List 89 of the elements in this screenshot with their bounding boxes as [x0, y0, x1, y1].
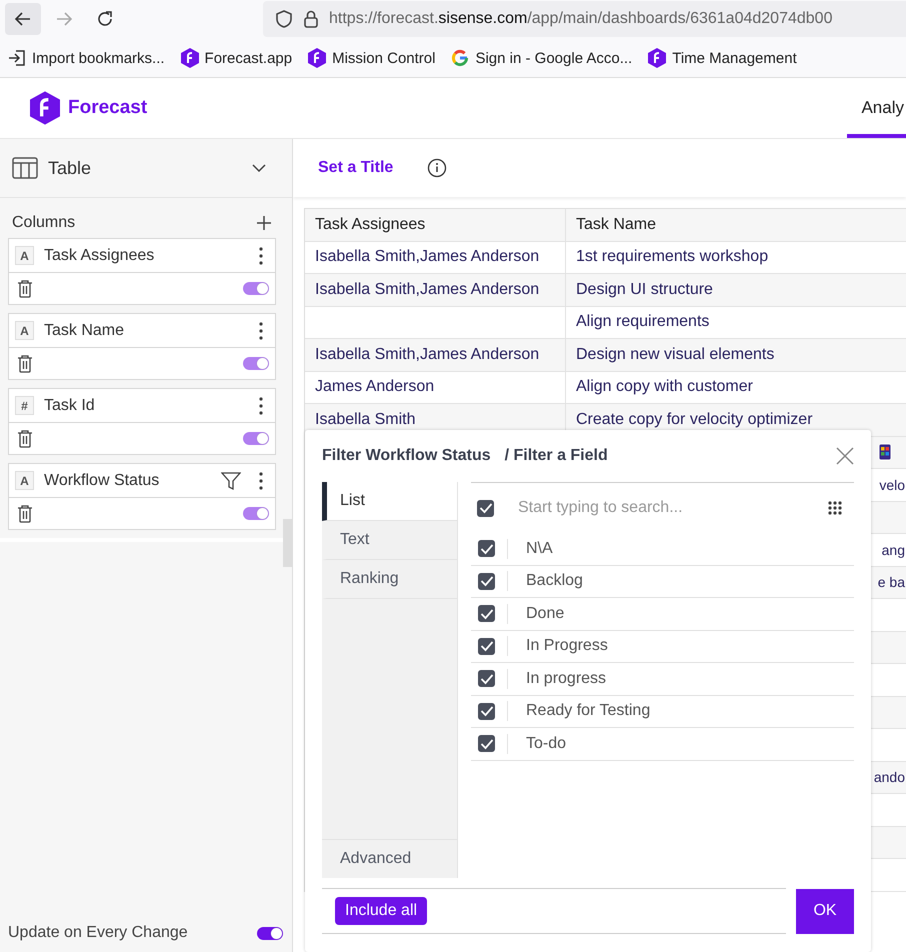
filter-tab[interactable]: List	[322, 482, 457, 521]
trash-icon[interactable]	[17, 504, 33, 522]
item-checkbox[interactable]	[478, 605, 495, 622]
url-text: https://forecast.sisense.com/app/main/dashboards/6361a04d2074db00	[329, 10, 832, 28]
reload-icon	[95, 9, 115, 29]
column-toggle[interactable]	[243, 357, 269, 370]
dialog-subtitle: / Filter a Field	[504, 447, 608, 465]
table-cell-text: Create copy for velocity optimizer	[575, 410, 814, 430]
column-name: Task Name	[44, 322, 126, 340]
search-field[interactable]: Start typing to search...	[516, 498, 806, 518]
table-cell: Isabella Smith,James Anderson	[305, 274, 566, 306]
item-checkbox[interactable]	[478, 702, 495, 720]
item-checkbox[interactable]	[478, 638, 495, 655]
google-icon	[451, 49, 470, 67]
table-cell-text: Design new visual elements	[575, 344, 776, 365]
table-cell: Isabella Smith,James Anderson	[305, 339, 566, 370]
table-cell: ang	[882, 542, 905, 558]
more-options-icon[interactable]	[259, 472, 263, 490]
field-type-badge: A	[15, 321, 34, 340]
lock-icon	[303, 9, 319, 29]
grid-app-icon	[879, 444, 891, 460]
include-all-button[interactable]: Include all	[335, 897, 428, 925]
table-cell-text: Align requirements	[575, 312, 710, 332]
more-options-icon[interactable]	[259, 322, 263, 340]
dialog-title: Filter Workflow Status	[322, 447, 491, 465]
trash-icon[interactable]	[17, 430, 33, 448]
field-type-badge: #	[15, 396, 34, 415]
select-all-checkbox[interactable]	[477, 500, 494, 516]
bookmark-link[interactable]: Time Management	[648, 48, 797, 68]
column-toggle[interactable]	[243, 282, 269, 295]
filter-value[interactable]: In Progress	[507, 636, 608, 656]
shield-icon	[275, 9, 293, 29]
table-cell-text: Design UI structure	[575, 280, 714, 300]
filter-value[interactable]: In progress	[507, 668, 606, 689]
trash-icon[interactable]	[17, 354, 33, 372]
collapse-handle[interactable]	[283, 519, 293, 567]
table-cell-text: 1st requirements workshop	[575, 247, 770, 268]
widget-type-dropdown[interactable]: Table	[0, 139, 292, 198]
info-icon[interactable]	[427, 158, 448, 178]
import-icon	[8, 49, 26, 67]
forecast-logo[interactable]: Forecast	[30, 91, 148, 125]
item-checkbox[interactable]	[478, 735, 495, 752]
table-cell: velo	[879, 476, 905, 493]
back-button[interactable]	[5, 3, 41, 35]
column-name: Task Id	[44, 396, 96, 414]
grid-dots-icon[interactable]	[828, 501, 842, 515]
trash-icon[interactable]	[17, 280, 33, 298]
address-bar[interactable]: https://forecast.sisense.com/app/main/dashboards/6361a04d2074db00	[263, 1, 906, 37]
filter-value[interactable]: To-do	[507, 734, 566, 754]
table-cell: James Anderson	[305, 372, 566, 403]
table-cell: e ba	[878, 574, 905, 590]
column-header[interactable]: Task Name	[566, 209, 906, 240]
item-checkbox[interactable]	[478, 540, 495, 558]
filter-value[interactable]: Done	[507, 604, 564, 624]
column-toggle[interactable]	[243, 432, 269, 445]
item-checkbox[interactable]	[478, 572, 495, 590]
bookmark-link[interactable]: Sign in - Google Acco...	[451, 49, 632, 67]
more-options-icon[interactable]	[259, 246, 263, 264]
bookmark-link[interactable]: Mission Control	[308, 48, 436, 68]
field-type-badge: A	[15, 471, 34, 490]
close-icon[interactable]	[836, 447, 854, 465]
filter-value[interactable]: Backlog	[507, 571, 583, 592]
column-header[interactable]: Task Assignees	[305, 209, 566, 240]
field-type-badge: A	[15, 246, 34, 265]
update-toggle[interactable]	[257, 926, 283, 940]
filter-icon[interactable]	[221, 470, 241, 490]
update-setting-label: Update on Every Change	[8, 924, 188, 942]
more-options-icon[interactable]	[259, 396, 263, 414]
bookmark-link[interactable]: Forecast.app	[180, 48, 292, 68]
bookmark-link[interactable]: Import bookmarks...	[8, 49, 165, 67]
hexagon-logo-icon	[180, 48, 199, 68]
column-name: Workflow Status	[44, 472, 160, 490]
table-cell-text: Align copy with customer	[575, 377, 754, 398]
widget-title[interactable]: Set a Title	[318, 159, 394, 177]
filter-value[interactable]: Ready for Testing	[507, 701, 650, 722]
item-checkbox[interactable]	[478, 670, 495, 688]
table-cell: ando	[874, 769, 905, 786]
column-name: Task Assignees	[44, 246, 156, 264]
hexagon-logo-icon	[308, 48, 326, 68]
add-column-button[interactable]	[256, 215, 272, 231]
ok-button[interactable]: OK	[796, 888, 854, 934]
hexagon-logo-icon	[648, 48, 666, 68]
column-toggle[interactable]	[243, 507, 269, 520]
chevron-down-icon	[252, 164, 266, 172]
table-cell: Isabella Smith,James Anderson	[305, 242, 566, 273]
columns-label: Columns	[12, 214, 76, 232]
table-icon	[12, 157, 38, 179]
filter-value[interactable]: N\A	[507, 538, 553, 559]
nav-tab[interactable]: Analy	[847, 78, 906, 138]
